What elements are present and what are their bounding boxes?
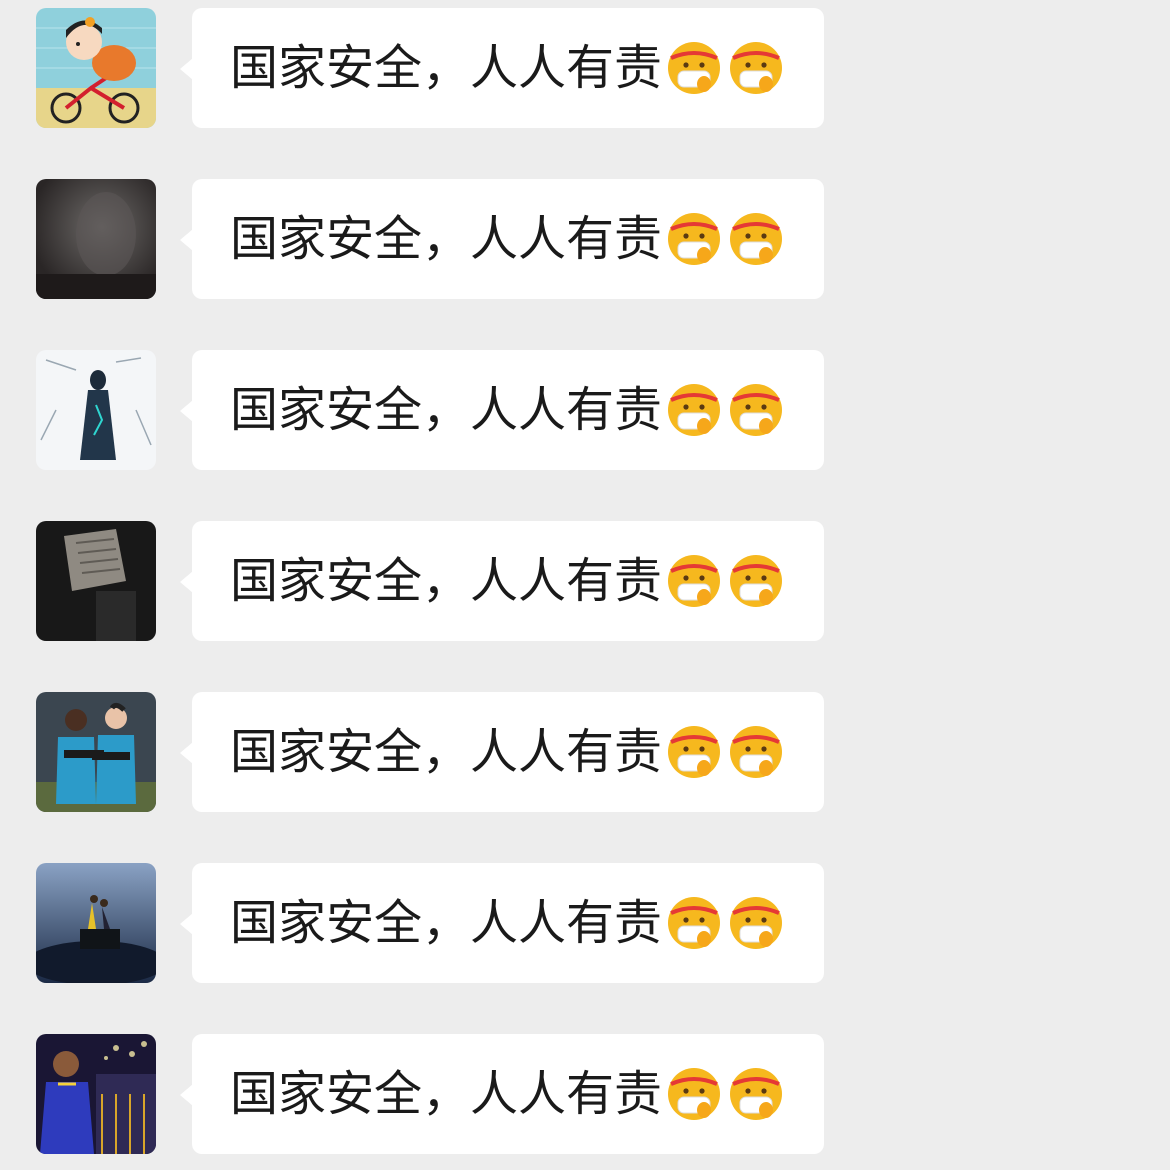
avatar[interactable]	[36, 179, 156, 299]
chat-message: 国家安全，人人有责	[0, 692, 1170, 812]
emoji-group	[666, 382, 784, 442]
emoji-group	[666, 1066, 784, 1126]
mask-face-emoji	[668, 555, 720, 607]
dancers-on-stage-avatar	[36, 863, 156, 983]
avatar[interactable]	[36, 863, 156, 983]
emoji-group	[666, 724, 784, 784]
message-bubble[interactable]: 国家安全，人人有责	[180, 8, 824, 128]
mask-face-emoji	[668, 213, 720, 265]
mask-face-emoji	[668, 42, 720, 94]
message-bubble[interactable]: 国家安全，人人有责	[180, 692, 824, 812]
mask-face-emoji	[668, 726, 720, 778]
chat-message: 国家安全，人人有责	[0, 863, 1170, 983]
emoji-group	[666, 553, 784, 613]
mask-face-emoji	[668, 384, 720, 436]
avatar[interactable]	[36, 1034, 156, 1154]
message-bubble[interactable]: 国家安全，人人有责	[180, 350, 824, 470]
chat-message: 国家安全，人人有责	[0, 8, 1170, 128]
mask-face-emoji	[730, 726, 782, 778]
chat-message: 国家安全，人人有责	[0, 521, 1170, 641]
message-text: 国家安全，人人有责	[230, 553, 663, 609]
chat-message-list: 国家安全，人人有责 国家安全，人人有责 国家安全，人人有责 国家安全，人人有责 …	[0, 0, 1170, 1170]
message-text: 国家安全，人人有责	[230, 724, 663, 780]
chat-message: 国家安全，人人有责	[0, 350, 1170, 470]
dark-newspaper-avatar	[36, 521, 156, 641]
basketball-player-avatar	[36, 1034, 156, 1154]
message-text: 国家安全，人人有责	[230, 1066, 663, 1122]
mask-face-emoji	[730, 555, 782, 607]
message-text: 国家安全，人人有责	[230, 40, 663, 96]
avatar[interactable]	[36, 350, 156, 470]
avatar[interactable]	[36, 521, 156, 641]
mask-face-emoji	[730, 42, 782, 94]
message-text: 国家安全，人人有责	[230, 211, 663, 267]
two-players-avatar	[36, 692, 156, 812]
message-text: 国家安全，人人有责	[230, 895, 663, 951]
mask-face-emoji	[668, 1068, 720, 1120]
mask-face-emoji	[730, 1068, 782, 1120]
avatar[interactable]	[36, 8, 156, 128]
emoji-group	[666, 211, 784, 271]
mask-face-emoji	[668, 897, 720, 949]
sketch-figure-avatar	[36, 350, 156, 470]
message-bubble[interactable]: 国家安全，人人有责	[180, 179, 824, 299]
mask-face-emoji	[730, 213, 782, 265]
message-bubble[interactable]: 国家安全，人人有责	[180, 863, 824, 983]
mask-face-emoji	[730, 384, 782, 436]
avatar[interactable]	[36, 692, 156, 812]
emoji-group	[666, 895, 784, 955]
emoji-group	[666, 40, 784, 100]
mask-face-emoji	[730, 897, 782, 949]
message-bubble[interactable]: 国家安全，人人有责	[180, 1034, 824, 1154]
message-text: 国家安全，人人有责	[230, 382, 663, 438]
dark-photo-avatar	[36, 179, 156, 299]
chat-message: 国家安全，人人有责	[0, 179, 1170, 299]
chat-message: 国家安全，人人有责	[0, 1034, 1170, 1154]
cartoon-girl-on-bike-avatar	[36, 8, 156, 128]
message-bubble[interactable]: 国家安全，人人有责	[180, 521, 824, 641]
